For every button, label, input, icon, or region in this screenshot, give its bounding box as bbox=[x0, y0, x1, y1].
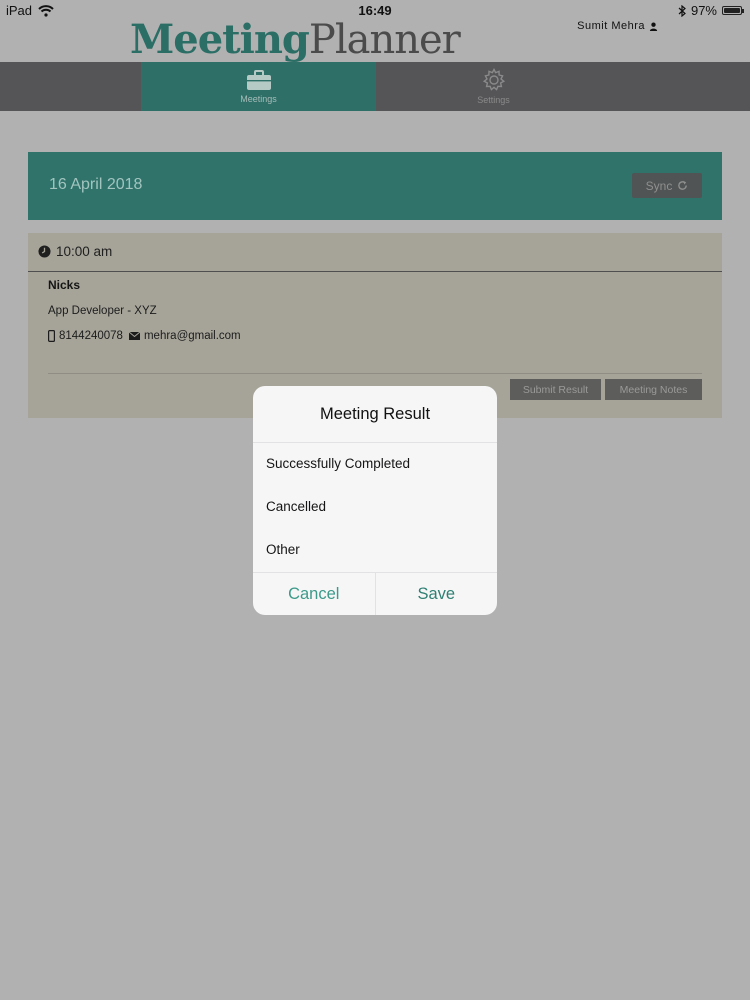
status-bar: iPad 16:49 97% bbox=[0, 0, 750, 22]
phone-icon bbox=[48, 330, 55, 342]
contact-details: 8144240078 mehra@gmail.com bbox=[48, 330, 241, 342]
dialog-actions: Cancel Save bbox=[253, 572, 497, 615]
meeting-result-dialog: Meeting Result Successfully Completed Ca… bbox=[253, 386, 497, 615]
date-header-card: 16 April 2018 Sync bbox=[28, 152, 722, 220]
app-logo: MeetingPlanner bbox=[130, 16, 461, 63]
option-other[interactable]: Other bbox=[253, 528, 497, 571]
tab-bar: Meetings Settings bbox=[0, 62, 750, 111]
refresh-icon bbox=[678, 180, 688, 190]
option-successfully-completed[interactable]: Successfully Completed bbox=[253, 442, 497, 485]
user-icon bbox=[649, 22, 658, 31]
tab-meetings[interactable]: Meetings bbox=[141, 62, 376, 111]
briefcase-icon bbox=[246, 70, 271, 90]
bluetooth-icon bbox=[678, 4, 686, 17]
sync-label: Sync bbox=[645, 178, 673, 193]
status-time: 16:49 bbox=[358, 3, 392, 18]
contact-phone[interactable]: 8144240078 bbox=[59, 330, 123, 342]
email-icon bbox=[128, 332, 140, 340]
meeting-card-header: 10:00 am bbox=[28, 233, 722, 272]
gear-icon bbox=[482, 68, 505, 91]
contact-email[interactable]: mehra@gmail.com bbox=[144, 330, 241, 342]
contact-name: Nicks bbox=[48, 278, 81, 292]
dialog-title: Meeting Result bbox=[253, 386, 497, 443]
sync-button[interactable]: Sync bbox=[632, 173, 702, 198]
option-cancelled[interactable]: Cancelled bbox=[253, 485, 497, 528]
meeting-time: 10:00 am bbox=[56, 244, 113, 259]
clock-icon bbox=[38, 245, 51, 258]
save-button[interactable]: Save bbox=[374, 573, 498, 615]
card-divider bbox=[48, 373, 702, 374]
cancel-button[interactable]: Cancel bbox=[253, 573, 375, 615]
tab-meetings-label: Meetings bbox=[240, 94, 277, 104]
tab-settings-label: Settings bbox=[477, 95, 510, 105]
contact-role: App Developer - XYZ bbox=[48, 305, 157, 317]
submit-result-button[interactable]: Submit Result bbox=[510, 379, 601, 400]
meeting-date: 16 April 2018 bbox=[49, 176, 143, 193]
battery-icon bbox=[722, 6, 744, 15]
meeting-notes-button[interactable]: Meeting Notes bbox=[605, 379, 702, 400]
battery-percent: 97% bbox=[690, 3, 717, 18]
tab-settings[interactable]: Settings bbox=[376, 62, 611, 111]
